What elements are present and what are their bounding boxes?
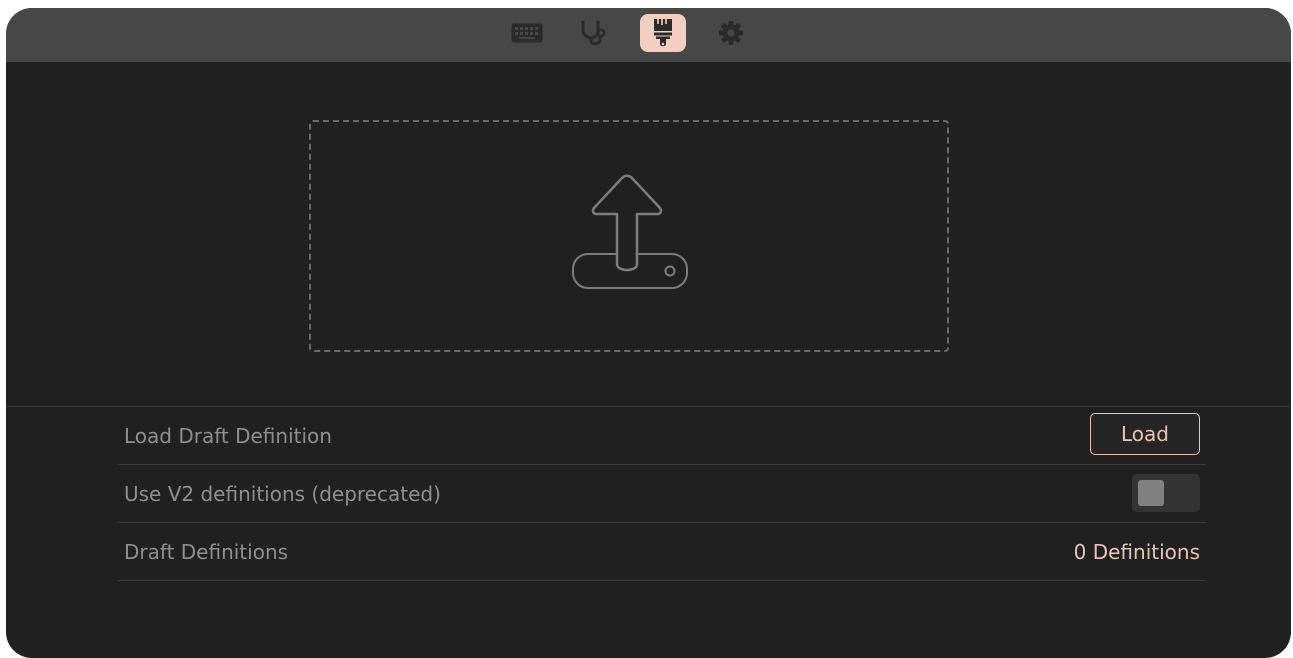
tab-settings[interactable] [708, 14, 754, 52]
draft-definitions-label: Draft Definitions [124, 539, 289, 564]
load-draft-label: Load Draft Definition [124, 423, 332, 448]
definition-dropzone[interactable] [309, 120, 949, 352]
upload-icon [572, 174, 688, 289]
gear-icon [719, 21, 743, 45]
use-v2-row: Use V2 definitions (deprecated) [118, 465, 1206, 523]
use-v2-label: Use V2 definitions (deprecated) [124, 481, 441, 506]
tab-diagnostics[interactable] [570, 14, 616, 52]
load-draft-row: Load Draft Definition Load [118, 407, 1206, 465]
draft-definitions-row: Draft Definitions 0 Definitions [118, 523, 1206, 581]
toggle-knob [1138, 480, 1164, 506]
tab-customize[interactable] [640, 14, 686, 52]
tab-bar [6, 8, 1291, 62]
load-button[interactable]: Load [1090, 413, 1200, 455]
use-v2-toggle[interactable] [1132, 474, 1200, 512]
tab-keyboard[interactable] [504, 14, 550, 52]
paint-brush-icon [654, 19, 672, 47]
draft-definitions-count: 0 Definitions [1073, 539, 1200, 564]
app-window: Load Draft Definition Load Use V2 defini… [6, 8, 1291, 658]
stethoscope-icon [581, 20, 606, 46]
keyboard-icon [511, 23, 543, 43]
